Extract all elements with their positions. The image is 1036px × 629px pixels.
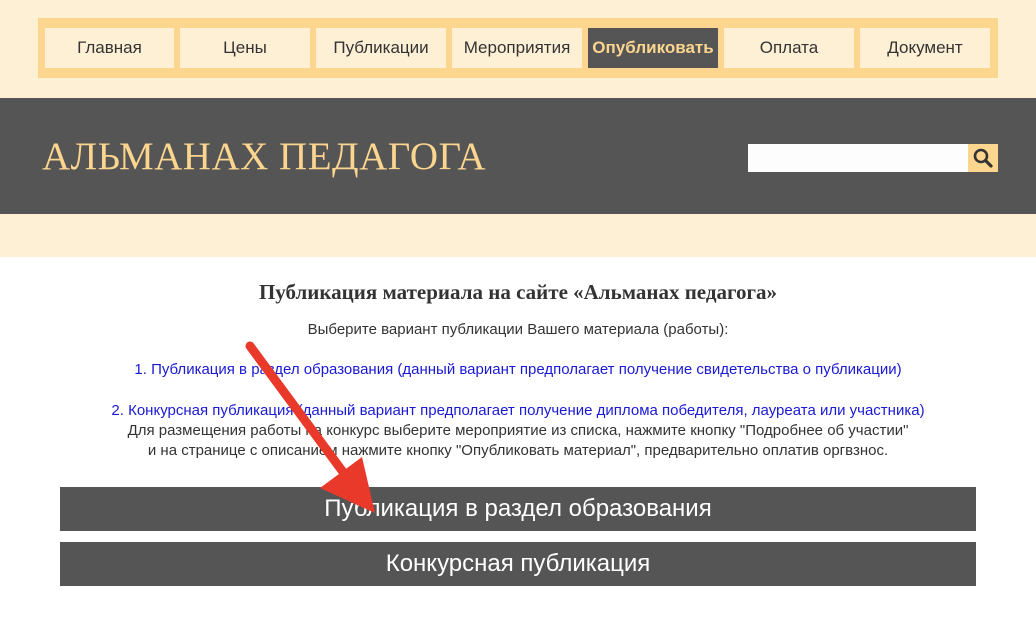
search-box — [748, 144, 998, 172]
site-header: АЛЬМАНАХ ПЕДАГОГА — [0, 98, 1036, 214]
search-input[interactable] — [748, 144, 968, 172]
nav-item-prices[interactable]: Цены — [180, 28, 310, 68]
page-title: Публикация материала на сайте «Альманах … — [258, 280, 778, 304]
nav-item-document[interactable]: Документ — [860, 28, 990, 68]
education-publication-button[interactable]: Публикация в раздел образования — [60, 487, 976, 531]
nav-item-publications[interactable]: Публикации — [316, 28, 446, 68]
search-button[interactable] — [968, 144, 998, 172]
contest-note-line-1: Для размещения работы на конкурс выберит… — [127, 422, 909, 439]
option-contest-link[interactable]: 2. Конкурсная публикация (данный вариант… — [0, 402, 1036, 419]
subtitle-text: Выберите вариант публикации Вашего матер… — [307, 321, 729, 338]
contest-note-line-2: и на странице с описанием нажмите кнопку… — [147, 442, 889, 459]
nav-item-publish[interactable]: Опубликовать — [588, 28, 718, 68]
sub-band — [0, 214, 1036, 257]
main-nav: Главная Цены Публикации Мероприятия Опуб… — [38, 18, 998, 78]
option-education-link[interactable]: 1. Публикация в раздел образования (данн… — [0, 361, 1036, 378]
contest-publication-button[interactable]: Конкурсная публикация — [60, 542, 976, 586]
search-icon — [973, 148, 993, 168]
nav-item-events[interactable]: Мероприятия — [452, 28, 582, 68]
nav-item-payment[interactable]: Оплата — [724, 28, 854, 68]
site-title[interactable]: АЛЬМАНАХ ПЕДАГОГА — [42, 134, 486, 179]
nav-item-home[interactable]: Главная — [45, 28, 174, 68]
